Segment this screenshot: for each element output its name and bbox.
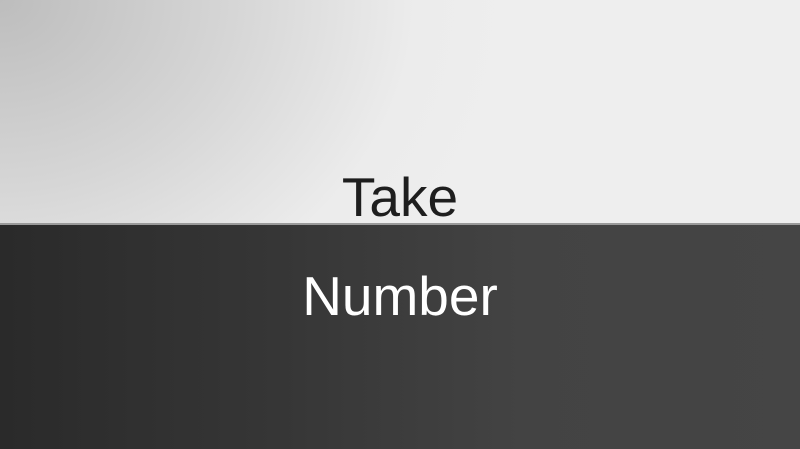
slide-bottom-panel — [0, 225, 800, 449]
slide-subtitle: Number — [302, 265, 498, 327]
slide-title: Take — [341, 166, 459, 228]
